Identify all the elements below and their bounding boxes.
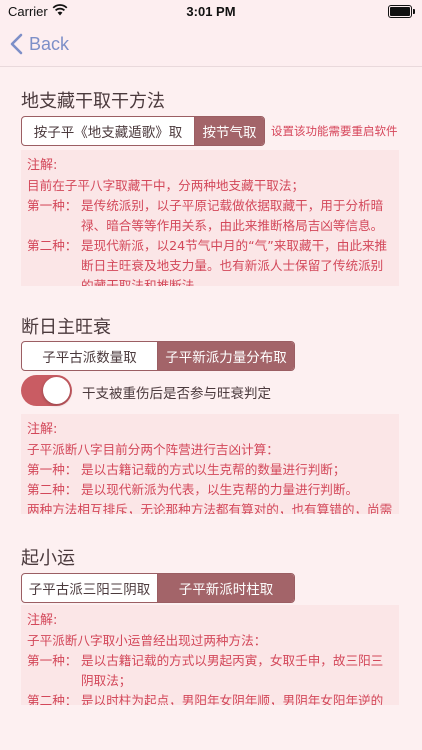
- minor-luck-segmented-control: 子平古派三阳三阴取 子平新派时柱取: [21, 573, 295, 603]
- note-item-text: 是以古籍记载的方式以男起丙寅，女取壬申，故三阳三阴取法；: [81, 653, 384, 688]
- bottom-safe-area: [0, 710, 422, 750]
- note-intro: 子平派断八字目前分两个阵营进行吉凶计算：: [27, 442, 279, 457]
- battery-icon: [388, 5, 415, 18]
- injury-toggle-label: 干支被重伤后是否参与旺衰判定: [82, 386, 271, 402]
- segment-three-yang-yin[interactable]: 子平古派三阳三阴取: [22, 574, 157, 602]
- note-outro: 两种方法相互排斥，无论那种方法都有算对的，也有算错的，尚需结合实际情况。: [27, 502, 393, 514]
- note-item-label: 第二种：: [27, 238, 78, 253]
- strength-section-title: 断日主旺衰: [21, 317, 111, 338]
- note-item-label: 第一种：: [27, 198, 78, 213]
- segment-hour-pillar[interactable]: 子平新派时柱取: [157, 574, 294, 602]
- status-time: 3:01 PM: [186, 4, 236, 19]
- branch-note-box: 注解: 目前在子平八字取藏干中，分两种地支藏干取法； 第一种： 是传统派别，以子…: [21, 150, 399, 286]
- note-item-text: 是以古籍记载的方式以生克帮的数量进行判断；: [81, 462, 346, 477]
- segment-ancient-count[interactable]: 子平古派数量取: [22, 342, 157, 370]
- note-title: 注解:: [27, 613, 58, 628]
- injury-toggle-switch[interactable]: [21, 375, 72, 406]
- note-intro: 子平派断八字取小运曾经出现过两种方法：: [27, 633, 267, 648]
- note-item-text: 是以现代新派为代表，以生克帮的力量进行判断。: [81, 482, 359, 497]
- segment-new-power[interactable]: 子平新派力量分布取: [157, 342, 294, 370]
- segment-solar-term[interactable]: 按节气取: [194, 117, 264, 145]
- note-item-label: 第一种：: [27, 462, 78, 477]
- chevron-left-icon: [10, 33, 23, 55]
- note-item-label: 第二种：: [27, 693, 78, 705]
- segment-traditional[interactable]: 按子平《地支藏遁歌》取: [22, 117, 194, 145]
- note-item: 第一种： 是以古籍记载的方式以男起丙寅，女取壬申，故三阳三阴取法；: [27, 651, 393, 691]
- note-item-label: 第二种：: [27, 482, 78, 497]
- minor-luck-section-title: 起小运: [21, 548, 75, 569]
- note-item: 第一种： 是以古籍记载的方式以生克帮的数量进行判断；: [27, 460, 393, 480]
- status-bar: Carrier 3:01 PM: [0, 0, 422, 22]
- note-item: 第二种： 是现代新派，以24节气中月的“气”来取藏干，由此来推断日主旺衰及地支力…: [27, 236, 393, 286]
- restart-warning: 设置该功能需要重启软件: [271, 124, 398, 138]
- strength-method-segmented-control: 子平古派数量取 子平新派力量分布取: [21, 341, 295, 371]
- back-button[interactable]: Back: [10, 30, 69, 58]
- navigation-bar: Back: [0, 22, 422, 67]
- note-item-text: 是传统派别，以子平原记载做依据取藏干，用于分析暗禄、暗合等等作用关系，由此来推断…: [81, 198, 384, 233]
- note-item-text: 是现代新派，以24节气中月的“气”来取藏干，由此来推断日主旺衰及地支力量。也有新…: [81, 238, 388, 286]
- branch-section-title: 地支藏干取干方法: [21, 91, 165, 112]
- back-label: Back: [29, 33, 70, 54]
- note-title: 注解:: [27, 158, 58, 173]
- note-intro: 目前在子平八字取藏干中，分两种地支藏干取法；: [27, 178, 305, 193]
- branch-method-segmented-control: 按子平《地支藏遁歌》取 按节气取: [21, 116, 265, 146]
- note-item: 第二种： 是以现代新派为代表，以生克帮的力量进行判断。: [27, 480, 393, 500]
- note-item: 第二种： 是以时柱为起点，男阳年女阴年顺，男阴年女阳年逆的方式。: [27, 691, 393, 705]
- note-item: 第一种： 是传统派别，以子平原记载做依据取藏干，用于分析暗禄、暗合等等作用关系，…: [27, 196, 393, 236]
- note-title: 注解:: [27, 422, 58, 437]
- note-item-label: 第一种：: [27, 653, 78, 668]
- toggle-knob: [43, 377, 70, 404]
- minor-luck-note-box: 注解: 子平派断八字取小运曾经出现过两种方法： 第一种： 是以古籍记载的方式以男…: [21, 605, 399, 705]
- note-item-text: 是以时柱为起点，男阳年女阴年顺，男阴年女阳年逆的方式。: [81, 693, 384, 705]
- strength-note-box: 注解: 子平派断八字目前分两个阵营进行吉凶计算： 第一种： 是以古籍记载的方式以…: [21, 414, 399, 514]
